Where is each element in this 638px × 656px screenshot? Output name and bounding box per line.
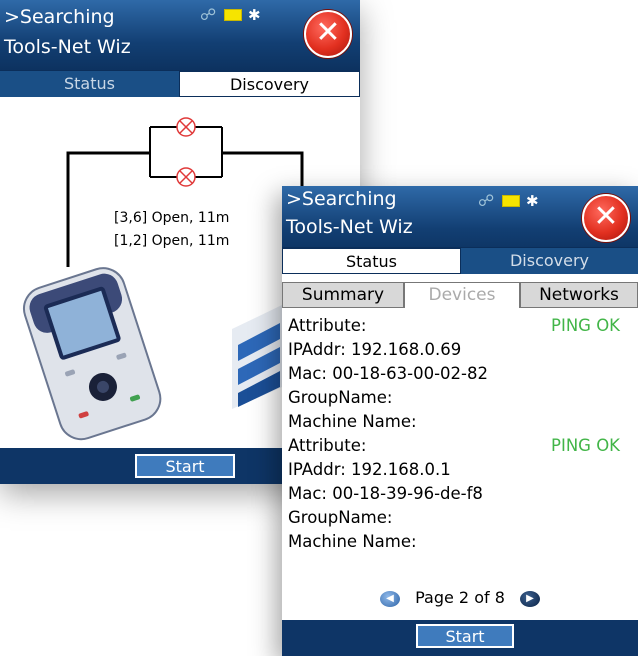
next-page-button[interactable]: ▶ (519, 590, 540, 607)
tab-status[interactable]: Status (282, 248, 461, 274)
tester-device-image (23, 267, 162, 441)
status-icons: ☍ ✱ (200, 5, 266, 24)
close-button[interactable]: ✕ (304, 10, 352, 58)
list-item: IPAddr: 192.168.0.1 (288, 460, 451, 479)
battery-icon (502, 195, 520, 207)
sub-tabs: Summary Devices Networks (282, 282, 638, 308)
title-status: >Searching (286, 188, 397, 210)
bottom-bar: Start (282, 620, 638, 656)
front-screen: >Searching Tools-Net Wiz ☍ ✱ ✕ Status Di… (282, 186, 638, 656)
list-item: Attribute: PING OK (288, 314, 632, 338)
list-item: GroupName: (288, 388, 393, 407)
main-tabs: Status Discovery (0, 70, 360, 97)
tab-status[interactable]: Status (0, 71, 179, 97)
page-indicator: Page 2 of 8 (415, 588, 505, 607)
remote-unit-image (232, 305, 282, 409)
list-item: IPAddr: 192.168.0.69 (288, 340, 462, 359)
list-item: GroupName: (288, 508, 393, 527)
title-bar: >Searching Tools-Net Wiz ☍ ✱ ✕ (0, 0, 360, 78)
app-title: Tools-Net Wiz (4, 36, 131, 58)
tab-discovery[interactable]: Discovery (179, 71, 360, 97)
ping-status: PING OK (551, 436, 620, 455)
bluetooth-icon: ✱ (248, 6, 261, 24)
title-status: >Searching (4, 6, 115, 28)
open-indicator-icon (176, 117, 196, 137)
open-indicator-icon (176, 167, 196, 187)
start-button[interactable]: Start (416, 624, 514, 648)
app-title: Tools-Net Wiz (286, 216, 413, 238)
device-list: Attribute: PING OK IPAddr: 192.168.0.69 M… (288, 314, 632, 554)
close-icon: ✕ (593, 199, 619, 234)
tab-discovery[interactable]: Discovery (461, 248, 638, 274)
main-tabs: Status Discovery (282, 247, 638, 274)
list-item: Mac: 00-18-63-00-02-82 (288, 364, 488, 383)
bluetooth-icon: ✱ (526, 192, 539, 210)
list-item: Attribute: PING OK (288, 434, 632, 458)
close-icon: ✕ (315, 15, 341, 50)
status-icons: ☍ ✱ (478, 191, 544, 210)
wire-label: [1,2] Open, 11m (114, 233, 230, 249)
subtab-summary[interactable]: Summary (282, 282, 404, 308)
prev-page-button[interactable]: ◀ (380, 590, 401, 607)
network-icon: ☍ (478, 191, 495, 210)
chevron-right-icon: ▶ (526, 592, 534, 604)
chevron-left-icon: ◀ (386, 592, 394, 604)
network-icon: ☍ (200, 5, 217, 24)
start-button[interactable]: Start (135, 454, 235, 478)
wire-label: [3,6] Open, 11m (114, 210, 230, 226)
ping-status: PING OK (551, 316, 620, 335)
list-item: Machine Name: (288, 532, 417, 551)
pager: ◀ Page 2 of 8 ▶ (282, 588, 638, 607)
subtab-devices[interactable]: Devices (404, 282, 520, 308)
battery-icon (224, 9, 242, 21)
subtab-networks[interactable]: Networks (520, 282, 638, 308)
list-item: Mac: 00-18-39-96-de-f8 (288, 484, 483, 503)
list-item: Machine Name: (288, 412, 417, 431)
close-button[interactable]: ✕ (582, 194, 630, 242)
